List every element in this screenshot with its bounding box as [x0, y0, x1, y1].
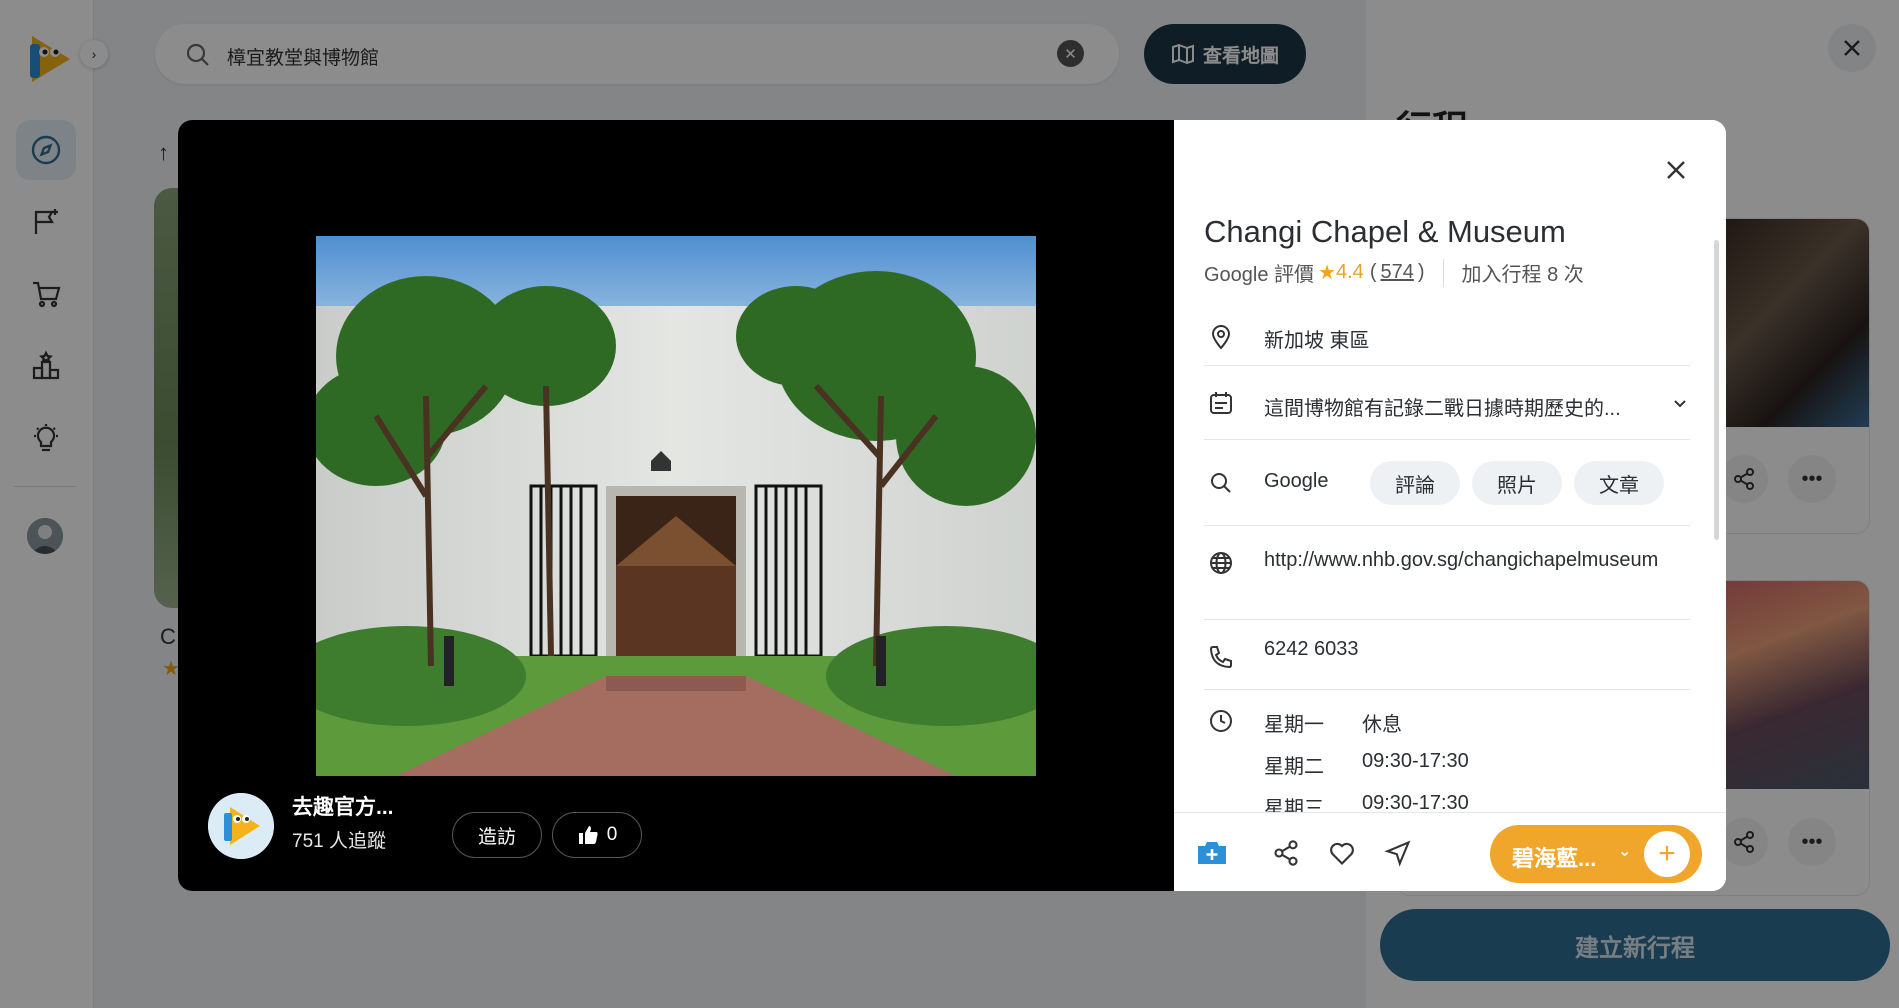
- visit-button[interactable]: 造訪: [452, 812, 542, 858]
- clock-icon: [1210, 710, 1232, 732]
- share-button[interactable]: [1266, 833, 1306, 873]
- like-count: 0: [606, 824, 618, 845]
- author-avatar[interactable]: [208, 793, 274, 859]
- divider: [1442, 258, 1444, 287]
- place-info-panel: Changi Chapel & Museum Google 評價 ★ 4.4 (…: [1174, 120, 1726, 891]
- rating-score: 4.4: [1336, 261, 1364, 283]
- location-text: 新加坡 東區: [1264, 330, 1370, 352]
- place-photo[interactable]: [316, 236, 1036, 776]
- trip-select-label: 碧海藍...: [1512, 846, 1597, 871]
- hours-time: 09:30-17:30: [1362, 750, 1469, 772]
- trip-select-dropdown[interactable]: 碧海藍... ⌄ +: [1490, 825, 1702, 883]
- website-row: http://www.nhb.gov.sg/changichapelmuseum: [1204, 526, 1690, 620]
- share-icon: [1274, 840, 1298, 866]
- chevron-down-icon: ⌄: [1618, 843, 1632, 860]
- close-icon: [1667, 161, 1685, 179]
- description-row[interactable]: 這間博物館有記錄二戰日據時期歷史的...: [1204, 366, 1690, 440]
- visit-label: 造訪: [477, 826, 516, 848]
- website-link[interactable]: http://www.nhb.gov.sg/changichapelmuseum: [1264, 548, 1684, 572]
- favorite-button[interactable]: [1322, 833, 1362, 873]
- add-photo-button[interactable]: [1192, 833, 1232, 873]
- description-text: 這間博物館有記錄二戰日據時期歷史的...: [1264, 398, 1621, 420]
- place-name: Changi Chapel & Museum: [1204, 214, 1566, 249]
- navigation-arrow-icon: [1384, 840, 1411, 867]
- rating-paren-close: ): [1417, 261, 1425, 283]
- heart-icon: [1330, 842, 1354, 865]
- google-search-label: Google: [1264, 470, 1329, 492]
- phone-row: 6242 6033: [1204, 620, 1690, 690]
- rating-source: Google 評價: [1204, 264, 1315, 286]
- hours-time: 休息: [1362, 714, 1402, 736]
- rating-row: Google 評價 ★ 4.4 ( 574 ) 加入行程 8 次: [1204, 258, 1584, 287]
- star-icon: ★: [1318, 262, 1336, 284]
- photos-chip[interactable]: 照片: [1472, 461, 1562, 505]
- place-detail-modal: 去趣官方... 751 人追蹤 造訪 0 Changi Chapel & Mus…: [178, 120, 1726, 891]
- location-row: 新加坡 東區: [1204, 306, 1690, 366]
- phone-icon: [1209, 646, 1232, 669]
- chevron-down-icon: [1674, 400, 1686, 408]
- search-links-row: Google 評論 照片 文章: [1204, 440, 1690, 526]
- plus-icon: +: [1658, 837, 1676, 870]
- camera-plus-icon: [1198, 842, 1226, 864]
- reviews-chip[interactable]: 評論: [1370, 461, 1460, 505]
- add-to-trip-button[interactable]: +: [1644, 831, 1690, 877]
- navigate-button[interactable]: [1378, 833, 1418, 873]
- thumbs-up-icon: [578, 826, 598, 844]
- search-icon: [1211, 473, 1231, 493]
- modal-footer: 碧海藍... ⌄ +: [1174, 812, 1726, 891]
- scrollbar[interactable]: [1714, 240, 1719, 540]
- author-name[interactable]: 去趣官方...: [292, 791, 394, 821]
- media-viewer: 去趣官方... 751 人追蹤 造訪 0: [178, 120, 1174, 891]
- rating-paren-open: (: [1369, 261, 1377, 283]
- like-button[interactable]: 0: [552, 812, 642, 858]
- notes-icon: [1210, 392, 1232, 414]
- hours-day: 星期二: [1264, 756, 1324, 778]
- location-pin-icon: [1211, 325, 1231, 350]
- review-count-link[interactable]: 574: [1380, 261, 1413, 284]
- articles-chip[interactable]: 文章: [1574, 461, 1664, 505]
- hours-day: 星期一: [1264, 714, 1324, 736]
- close-modal-button[interactable]: [1656, 150, 1696, 190]
- author-followers: 751 人追蹤: [292, 831, 386, 852]
- globe-icon: [1210, 552, 1232, 574]
- phone-number[interactable]: 6242 6033: [1264, 638, 1359, 661]
- added-to-trips: 加入行程 8 次: [1461, 264, 1584, 286]
